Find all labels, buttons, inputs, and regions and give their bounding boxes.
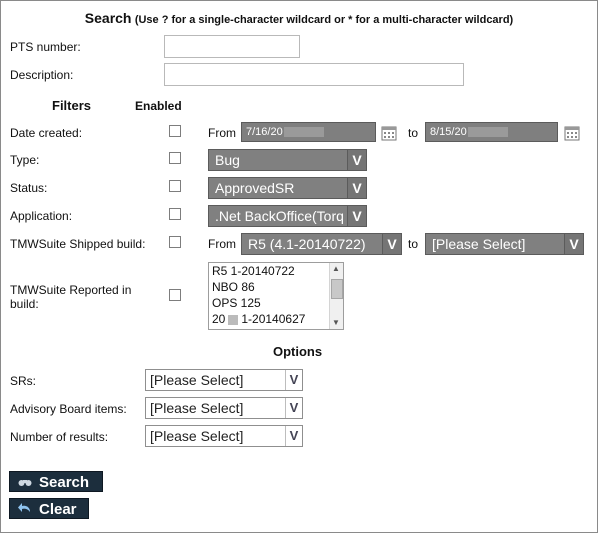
redacted-mark <box>467 127 508 138</box>
type-select[interactable]: Bug V <box>208 149 367 171</box>
description-input[interactable] <box>164 63 464 86</box>
search-title: Search <box>84 10 132 26</box>
list-item[interactable]: NBO 86 <box>209 279 343 295</box>
reported-build-checkbox[interactable] <box>169 289 181 301</box>
results-label: Number of results: <box>10 430 109 444</box>
chevron-down-icon: V <box>347 206 366 226</box>
shipped-to-value: [Please Select] <box>432 236 526 252</box>
listbox-scrollbar[interactable]: ▲ ▼ <box>329 263 343 329</box>
date-from-input[interactable]: 7/16/20 <box>241 122 376 142</box>
redacted-mark <box>228 314 239 325</box>
results-select[interactable]: [Please Select] V <box>145 425 303 447</box>
srs-value: [Please Select] <box>150 372 244 388</box>
type-label: Type: <box>10 153 40 167</box>
list-item[interactable]: R5 1-20140722 <box>209 263 343 279</box>
pts-number-input[interactable] <box>164 35 300 58</box>
results-value: [Please Select] <box>150 428 244 444</box>
date-created-label: Date created: <box>10 126 83 140</box>
shipped-from-value: R5 (4.1-20140722) <box>248 236 366 252</box>
status-select[interactable]: ApprovedSR V <box>208 177 367 199</box>
undo-arrow-icon <box>17 500 33 521</box>
calendar-icon[interactable] <box>381 125 397 141</box>
shipped-to-label: to <box>408 237 419 251</box>
application-checkbox[interactable] <box>169 208 181 220</box>
reported-build-label-line2: build: <box>10 297 39 311</box>
description-label: Description: <box>10 68 74 82</box>
date-created-checkbox[interactable] <box>169 125 181 137</box>
chevron-down-icon: V <box>564 234 583 254</box>
pts-number-label: PTS number: <box>10 40 81 54</box>
list-item-prefix: 20 <box>212 312 226 326</box>
search-button[interactable]: Search <box>9 471 103 492</box>
date-from-value: 7/16/20 <box>246 126 283 138</box>
status-value: ApprovedSR <box>215 180 295 196</box>
application-label: Application: <box>10 209 73 223</box>
wildcard-hint: (Use ? for a single-character wildcard o… <box>134 14 514 26</box>
shipped-from-label: From <box>208 237 236 251</box>
redacted-mark <box>283 127 324 138</box>
search-header: Search (Use ? for a single-character wil… <box>0 10 598 26</box>
scroll-down-icon[interactable]: ▼ <box>331 318 341 328</box>
shipped-from-select[interactable]: R5 (4.1-20140722) V <box>241 233 402 255</box>
application-value: .Net BackOffice(Torq <box>215 208 344 224</box>
enabled-heading: Enabled <box>135 99 182 113</box>
chevron-down-icon: V <box>347 178 366 198</box>
reported-build-listbox[interactable]: R5 1-20140722 NBO 86 OPS 125 20 1-2014062… <box>208 262 344 330</box>
list-item-suffix: 1-20140627 <box>241 312 306 326</box>
chevron-down-icon: V <box>285 398 302 418</box>
date-from-label: From <box>208 126 236 140</box>
scroll-up-icon[interactable]: ▲ <box>331 264 341 274</box>
date-to-value: 8/15/20 <box>430 126 467 138</box>
list-item[interactable]: 20 1-20140627 <box>209 311 343 327</box>
list-item[interactable]: OPS 125 <box>209 295 343 311</box>
date-to-label: to <box>408 126 419 140</box>
options-heading: Options <box>273 344 323 359</box>
chevron-down-icon: V <box>285 426 302 446</box>
shipped-build-label: TMWSuite Shipped build: <box>10 237 146 251</box>
status-label: Status: <box>10 181 48 195</box>
advisory-value: [Please Select] <box>150 400 244 416</box>
chevron-down-icon: V <box>347 150 366 170</box>
shipped-to-select[interactable]: [Please Select] V <box>425 233 584 255</box>
date-to-input[interactable]: 8/15/20 <box>425 122 558 142</box>
srs-label: SRs: <box>10 374 37 388</box>
clear-button-label: Clear <box>39 501 77 518</box>
search-button-label: Search <box>39 474 90 491</box>
scrollbar-thumb[interactable] <box>331 279 343 299</box>
binoculars-icon <box>17 473 33 494</box>
advisory-select[interactable]: [Please Select] V <box>145 397 303 419</box>
reported-build-label: TMWSuite Reported in build: <box>10 283 131 311</box>
application-select[interactable]: .Net BackOffice(Torq V <box>208 205 367 227</box>
calendar-icon[interactable] <box>564 125 580 141</box>
clear-button[interactable]: Clear <box>9 498 89 519</box>
chevron-down-icon: V <box>382 234 401 254</box>
status-checkbox[interactable] <box>169 180 181 192</box>
advisory-label: Advisory Board items: <box>10 402 127 416</box>
shipped-build-checkbox[interactable] <box>169 236 181 248</box>
chevron-down-icon: V <box>285 370 302 390</box>
type-checkbox[interactable] <box>169 152 181 164</box>
srs-select[interactable]: [Please Select] V <box>145 369 303 391</box>
filters-heading: Filters <box>52 98 92 113</box>
reported-build-label-line1: TMWSuite Reported in <box>10 283 132 297</box>
type-value: Bug <box>215 152 240 168</box>
